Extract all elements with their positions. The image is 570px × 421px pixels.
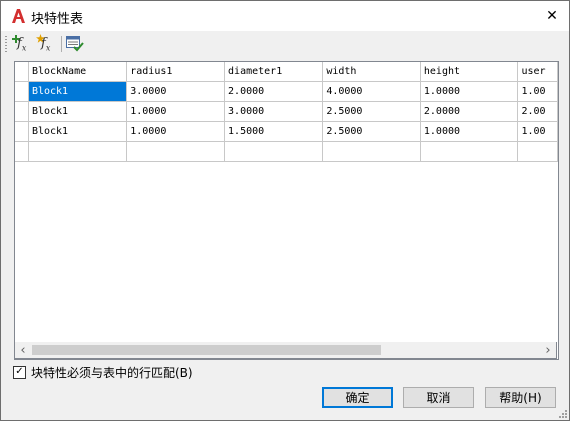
audit-icon <box>66 36 84 52</box>
column-header[interactable]: width <box>322 62 421 82</box>
table-cell[interactable]: 1.0000 <box>420 121 519 142</box>
table-cell-empty[interactable] <box>322 141 421 162</box>
close-icon: ✕ <box>546 8 558 24</box>
table-row: Block1 1.0000 1.5000 2.5000 1.0000 1.00 <box>15 121 558 142</box>
ok-button[interactable]: 确定 <box>322 387 393 408</box>
table-cell-empty[interactable] <box>28 141 128 162</box>
match-rows-label: 块特性必须与表中的行匹配(B) <box>31 365 193 380</box>
table-cell-empty[interactable] <box>126 141 226 162</box>
close-button[interactable]: ✕ <box>535 1 569 31</box>
properties-table: BlockName radius1 diameter1 width height… <box>15 62 558 162</box>
scroll-left-button[interactable]: ‹ <box>16 342 30 358</box>
table-cell[interactable]: 1.0000 <box>126 101 226 122</box>
column-header[interactable]: height <box>420 62 519 82</box>
table-cell[interactable]: 1.00 <box>517 81 558 102</box>
chevron-left-icon: ‹ <box>20 342 26 358</box>
horizontal-scrollbar[interactable]: ‹ › <box>14 342 557 359</box>
row-header[interactable] <box>15 121 29 142</box>
chevron-right-icon: › <box>545 342 551 358</box>
table-row: Block1 1.0000 3.0000 2.5000 2.0000 2.00 <box>15 101 558 122</box>
row-header[interactable] <box>15 81 29 102</box>
table-cell-selected[interactable]: Block1 <box>28 81 128 102</box>
row-header[interactable] <box>15 101 29 122</box>
column-header[interactable]: diameter1 <box>224 62 324 82</box>
table-cell[interactable]: 4.0000 <box>322 81 421 102</box>
help-button[interactable]: 帮助(H) <box>485 387 556 408</box>
table-cell[interactable]: Block1 <box>28 101 128 122</box>
add-user-parameter-button[interactable]: fx <box>35 34 57 54</box>
scroll-right-button[interactable]: › <box>541 342 555 358</box>
table-cell[interactable]: 2.5000 <box>322 121 421 142</box>
column-header[interactable]: user <box>517 62 558 82</box>
table-cell[interactable]: 1.5000 <box>224 121 324 142</box>
fx-label: fx <box>17 36 27 53</box>
column-header[interactable]: BlockName <box>28 62 128 82</box>
block-properties-table-dialog: 块特性表 ✕ fx fx BlockName radius1 diameter1… <box>0 0 570 421</box>
table-cell[interactable]: 1.0000 <box>126 121 226 142</box>
table-cell-empty[interactable] <box>224 141 324 162</box>
properties-grid[interactable]: BlockName radius1 diameter1 width height… <box>14 61 559 360</box>
window-title: 块特性表 <box>31 12 84 27</box>
add-parameter-button[interactable]: fx <box>11 34 33 54</box>
match-rows-checkbox[interactable]: ✓ <box>13 365 26 379</box>
table-cell[interactable]: 1.00 <box>517 121 558 142</box>
table-cell-empty[interactable] <box>420 141 519 162</box>
toolbar-grip <box>5 36 7 52</box>
table-cell[interactable]: 2.00 <box>517 101 558 122</box>
resize-grip-icon[interactable] <box>557 408 567 418</box>
table-cell[interactable]: 2.0000 <box>420 101 519 122</box>
cancel-button[interactable]: 取消 <box>403 387 474 408</box>
fx-label: fx <box>41 36 51 53</box>
match-rows-option[interactable]: ✓ 块特性必须与表中的行匹配(B) <box>13 364 193 380</box>
table-cell-empty[interactable] <box>517 141 558 162</box>
check-icon: ✓ <box>15 366 24 377</box>
column-header[interactable]: radius1 <box>126 62 226 82</box>
toolbar-separator <box>61 36 62 52</box>
table-cell[interactable]: 2.5000 <box>322 101 421 122</box>
autocad-app-icon <box>12 9 25 23</box>
new-row <box>15 141 558 162</box>
audit-button[interactable] <box>65 34 87 54</box>
table-cell[interactable]: 2.0000 <box>224 81 324 102</box>
table-cell[interactable]: 3.0000 <box>126 81 226 102</box>
title-bar: 块特性表 ✕ <box>1 1 569 31</box>
scrollbar-thumb[interactable] <box>32 345 381 355</box>
corner-cell <box>15 62 29 82</box>
table-cell[interactable]: 3.0000 <box>224 101 324 122</box>
table-cell[interactable]: Block1 <box>28 121 128 142</box>
header-row: BlockName radius1 diameter1 width height… <box>15 62 558 82</box>
row-header[interactable] <box>15 141 29 162</box>
table-row: Block1 3.0000 2.0000 4.0000 1.0000 1.00 <box>15 81 558 102</box>
table-cell[interactable]: 1.0000 <box>420 81 519 102</box>
toolbar: fx fx <box>1 31 569 57</box>
